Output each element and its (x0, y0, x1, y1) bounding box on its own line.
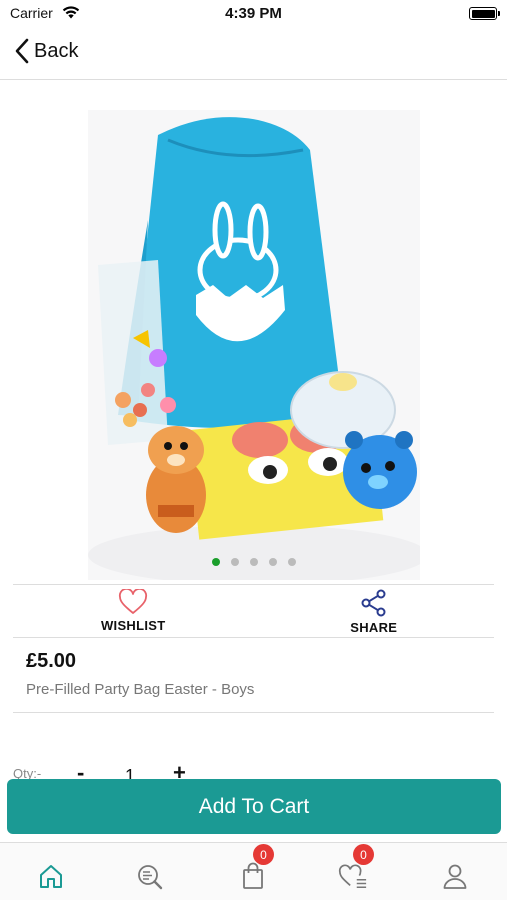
product-actions: WISHLIST SHARE (13, 584, 494, 638)
search-list-icon (138, 865, 163, 890)
add-to-cart-button[interactable]: Add To Cart (7, 779, 501, 834)
product-image[interactable] (88, 110, 420, 580)
carousel-dots (0, 558, 507, 566)
status-bar: Carrier 4:39 PM (0, 0, 507, 28)
back-button[interactable]: Back (14, 38, 78, 64)
carousel-dot[interactable] (268, 558, 277, 566)
tab-cart[interactable]: 0 (238, 844, 274, 891)
navigation-bar: Back (0, 28, 507, 80)
carousel-dot[interactable] (249, 558, 258, 566)
carousel-dot[interactable] (287, 558, 296, 566)
product-name: Pre-Filled Party Bag Easter - Boys (26, 681, 255, 698)
tab-home[interactable] (36, 861, 66, 891)
shopping-bag-icon (243, 862, 263, 889)
cart-count-badge: 0 (253, 844, 274, 865)
product-price: £5.00 (26, 650, 77, 672)
back-label: Back (34, 39, 79, 62)
wishlist-button[interactable]: WISHLIST (13, 585, 254, 637)
user-icon (443, 864, 467, 889)
heart-list-icon (338, 864, 367, 888)
chevron-left-icon (15, 38, 29, 64)
carousel-dot[interactable] (211, 558, 220, 566)
share-label: SHARE (350, 620, 398, 635)
heart-icon (119, 589, 148, 614)
divider (13, 712, 494, 713)
wishlist-label: WISHLIST (100, 618, 166, 633)
status-time: 4:39 PM (225, 5, 282, 22)
carousel-dot[interactable] (230, 558, 239, 566)
tab-account[interactable] (440, 861, 470, 891)
share-icon (361, 589, 386, 617)
home-icon (40, 865, 62, 888)
share-button[interactable]: SHARE (254, 585, 495, 637)
tab-wishlist[interactable]: 0 (338, 844, 374, 891)
wishlist-count-badge: 0 (353, 844, 374, 865)
tab-search[interactable] (136, 861, 166, 891)
battery-icon (469, 7, 500, 20)
tab-bar: 0 0 (0, 842, 507, 900)
